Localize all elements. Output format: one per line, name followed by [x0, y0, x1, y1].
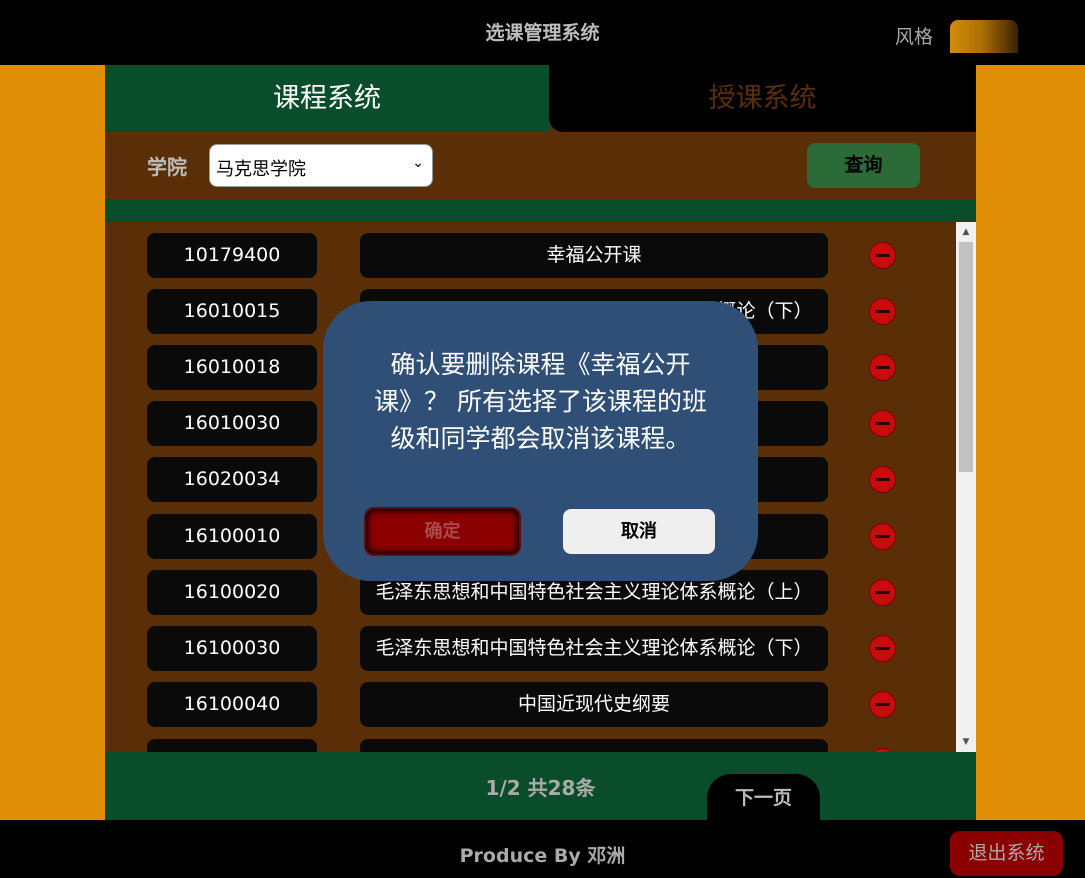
delete-icon[interactable]: [869, 579, 896, 606]
delete-icon[interactable]: [869, 410, 896, 437]
list-scrollbar[interactable]: ▲ ▼: [956, 222, 976, 752]
delete-icon[interactable]: [869, 635, 896, 662]
list-header-strip: [105, 199, 976, 222]
scroll-down-icon[interactable]: ▼: [956, 735, 976, 749]
course-id: 16010030: [147, 401, 317, 446]
scroll-thumb[interactable]: [959, 242, 973, 472]
logout-button[interactable]: 退出系统: [950, 831, 1063, 876]
table-row: [105, 728, 956, 752]
confirm-button[interactable]: 确定: [366, 509, 519, 554]
course-id: 16100010: [147, 514, 317, 559]
delete-icon[interactable]: [869, 523, 896, 550]
delete-icon[interactable]: [869, 242, 896, 269]
pagination-bar: 1/2 共28条 下一页: [105, 752, 976, 820]
style-theme-toggle[interactable]: [950, 20, 1018, 53]
course-id: 10179400: [147, 233, 317, 278]
course-name: 幸福公开课: [360, 233, 828, 278]
chevron-down-icon: ⌄: [412, 155, 424, 171]
delete-icon[interactable]: [869, 691, 896, 718]
bottom-bar: Produce By 邓洲 退出系统: [0, 820, 1085, 878]
course-id: 16010018: [147, 345, 317, 390]
delete-icon[interactable]: [869, 466, 896, 493]
course-id: [147, 739, 317, 752]
query-button[interactable]: 查询: [807, 143, 920, 188]
tab-course-system[interactable]: 课程系统: [105, 65, 549, 132]
course-name: 毛泽东思想和中国特色社会主义理论体系概论（下）: [360, 626, 828, 671]
college-label: 学院: [147, 155, 187, 179]
page-info: 1/2 共28条: [485, 776, 596, 800]
table-row: 16100030 毛泽东思想和中国特色社会主义理论体系概论（下）: [105, 615, 956, 671]
table-row: 16100040 中国近现代史纲要: [105, 671, 956, 727]
delete-icon[interactable]: [869, 354, 896, 381]
scroll-up-icon[interactable]: ▲: [956, 225, 976, 239]
table-row: 10179400 幸福公开课: [105, 222, 956, 278]
college-select[interactable]: 马克思学院 ⌄: [209, 144, 433, 187]
next-page-button[interactable]: 下一页: [707, 774, 820, 820]
produce-credit: Produce By 邓洲: [459, 845, 626, 867]
course-id: 16100020: [147, 570, 317, 615]
course-id: 16100030: [147, 626, 317, 671]
confirm-delete-dialog: 确认要删除课程《幸福公开课》？ 所有选择了该课程的班级和同学都会取消该课程。 确…: [323, 301, 758, 581]
course-id: 16020034: [147, 457, 317, 502]
course-name: 中国近现代史纲要: [360, 682, 828, 727]
course-id: 16100040: [147, 682, 317, 727]
delete-icon[interactable]: [869, 298, 896, 325]
top-bar: 选课管理系统 风格: [0, 0, 1085, 65]
course-name: [360, 739, 828, 752]
dialog-message: 确认要删除课程《幸福公开课》？ 所有选择了该课程的班级和同学都会取消该课程。: [374, 350, 707, 453]
style-label: 风格: [895, 26, 934, 48]
course-id: 16010015: [147, 289, 317, 334]
college-select-value: 马克思学院: [216, 159, 306, 180]
cancel-button[interactable]: 取消: [563, 509, 715, 554]
tab-teaching-system[interactable]: 授课系统: [549, 65, 976, 132]
